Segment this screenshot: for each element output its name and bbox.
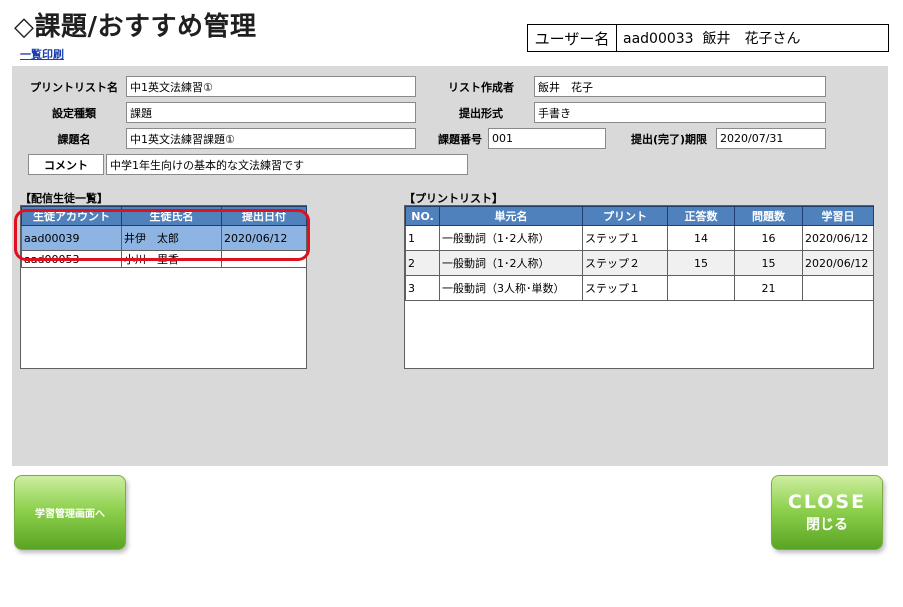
print-list-table: NO. 単元名 プリント 正答数 問題数 学習日 1 一般動詞（1･2人称） ス… <box>405 206 874 301</box>
print-col-no[interactable]: NO. <box>405 206 440 226</box>
students-col-name[interactable]: 生徒氏名 <box>121 206 222 226</box>
students-table: 生徒アカウント 生徒氏名 提出日付 aad00039 井伊 太郎 2020/06… <box>21 206 307 268</box>
submit-format-field[interactable]: 手書き <box>534 102 826 123</box>
task-number-label: 課題番号 <box>438 132 482 146</box>
setting-type-label: 設定種類 <box>52 106 96 120</box>
print-col-questions[interactable]: 問題数 <box>734 206 803 226</box>
close-label-en: CLOSE <box>787 491 867 513</box>
print-correct: 15 <box>667 250 735 276</box>
student-account: aad00039 <box>21 225 122 251</box>
print-col-correct[interactable]: 正答数 <box>667 206 735 226</box>
study-management-button[interactable]: 学習管理画面へ <box>14 475 126 550</box>
user-name-label: ユーザー名 <box>528 25 617 51</box>
task-name-label: 課題名 <box>57 132 91 146</box>
print-unit: 一般動詞（3人称･単数） <box>439 275 583 301</box>
student-account: aad00053 <box>21 250 122 268</box>
print-no: 2 <box>405 250 440 276</box>
student-submit-date <box>221 250 307 268</box>
print-study-date: 2020/06/12 <box>802 250 874 276</box>
print-step: ステップ２ <box>582 250 668 276</box>
print-col-print[interactable]: プリント <box>582 206 668 226</box>
deadline-label: 提出(完了)期限 <box>630 132 708 146</box>
print-correct <box>667 275 735 301</box>
print-unit: 一般動詞（1･2人称） <box>439 225 583 251</box>
setting-type-field[interactable]: 課題 <box>126 102 416 123</box>
print-list-header-row: NO. 単元名 プリント 正答数 問題数 学習日 <box>405 206 874 226</box>
student-submit-date: 2020/06/12 <box>221 225 307 251</box>
print-step: ステップ１ <box>582 225 668 251</box>
creator-label: リスト作成者 <box>448 80 514 94</box>
students-table-box: 生徒アカウント 生徒氏名 提出日付 aad00039 井伊 太郎 2020/06… <box>20 205 307 369</box>
print-list-name-field[interactable]: 中1英文法練習① <box>126 76 416 97</box>
task-name-field[interactable]: 中1英文法練習課題① <box>126 128 416 149</box>
close-button[interactable]: CLOSE 閉じる <box>771 475 883 550</box>
print-list-link[interactable]: 一覧印刷 <box>20 46 64 62</box>
student-row[interactable]: aad00053 小川 里香 <box>21 250 307 268</box>
print-list-name-label: プリントリスト名 <box>30 80 118 94</box>
print-questions: 15 <box>734 250 803 276</box>
print-list-row[interactable]: 3 一般動詞（3人称･単数） ステップ１ 21 <box>405 275 874 301</box>
user-name-box: ユーザー名 aad00033 飯井 花子さん <box>527 24 889 52</box>
page-title: ◇課題/おすすめ管理 <box>14 12 257 42</box>
students-header-row: 生徒アカウント 生徒氏名 提出日付 <box>21 206 307 226</box>
print-unit: 一般動詞（1･2人称） <box>439 250 583 276</box>
students-col-date[interactable]: 提出日付 <box>221 206 307 226</box>
print-study-date: 2020/06/12 <box>802 225 874 251</box>
submit-format-label: 提出形式 <box>459 106 503 120</box>
close-label-jp: 閉じる <box>806 517 848 533</box>
print-list-section-label: 【プリントリスト】 <box>404 192 503 205</box>
print-list-row[interactable]: 2 一般動詞（1･2人称） ステップ２ 15 15 2020/06/12 <box>405 250 874 276</box>
print-list-table-box: NO. 単元名 プリント 正答数 問題数 学習日 1 一般動詞（1･2人称） ス… <box>404 205 874 369</box>
task-number-field[interactable]: 001 <box>488 128 606 149</box>
deadline-field[interactable]: 2020/07/31 <box>716 128 826 149</box>
print-no: 3 <box>405 275 440 301</box>
comment-label: コメント <box>28 154 104 175</box>
print-no: 1 <box>405 225 440 251</box>
students-col-account[interactable]: 生徒アカウント <box>21 206 122 226</box>
print-list-row[interactable]: 1 一般動詞（1･2人称） ステップ１ 14 16 2020/06/12 <box>405 225 874 251</box>
student-name: 小川 里香 <box>121 250 222 268</box>
print-correct: 14 <box>667 225 735 251</box>
print-col-study-date[interactable]: 学習日 <box>802 206 874 226</box>
print-col-unit[interactable]: 単元名 <box>439 206 583 226</box>
students-section-label: 【配信生徒一覧】 <box>20 192 108 205</box>
student-name: 井伊 太郎 <box>121 225 222 251</box>
print-questions: 21 <box>734 275 803 301</box>
comment-field[interactable]: 中学1年生向けの基本的な文法練習です <box>106 154 468 175</box>
user-name-value: aad00033 飯井 花子さん <box>623 31 801 47</box>
print-questions: 16 <box>734 225 803 251</box>
study-management-label: 学習管理画面へ <box>35 509 105 520</box>
print-step: ステップ１ <box>582 275 668 301</box>
student-row[interactable]: aad00039 井伊 太郎 2020/06/12 <box>21 225 307 251</box>
creator-field[interactable]: 飯井 花子 <box>534 76 826 97</box>
print-study-date <box>802 275 874 301</box>
